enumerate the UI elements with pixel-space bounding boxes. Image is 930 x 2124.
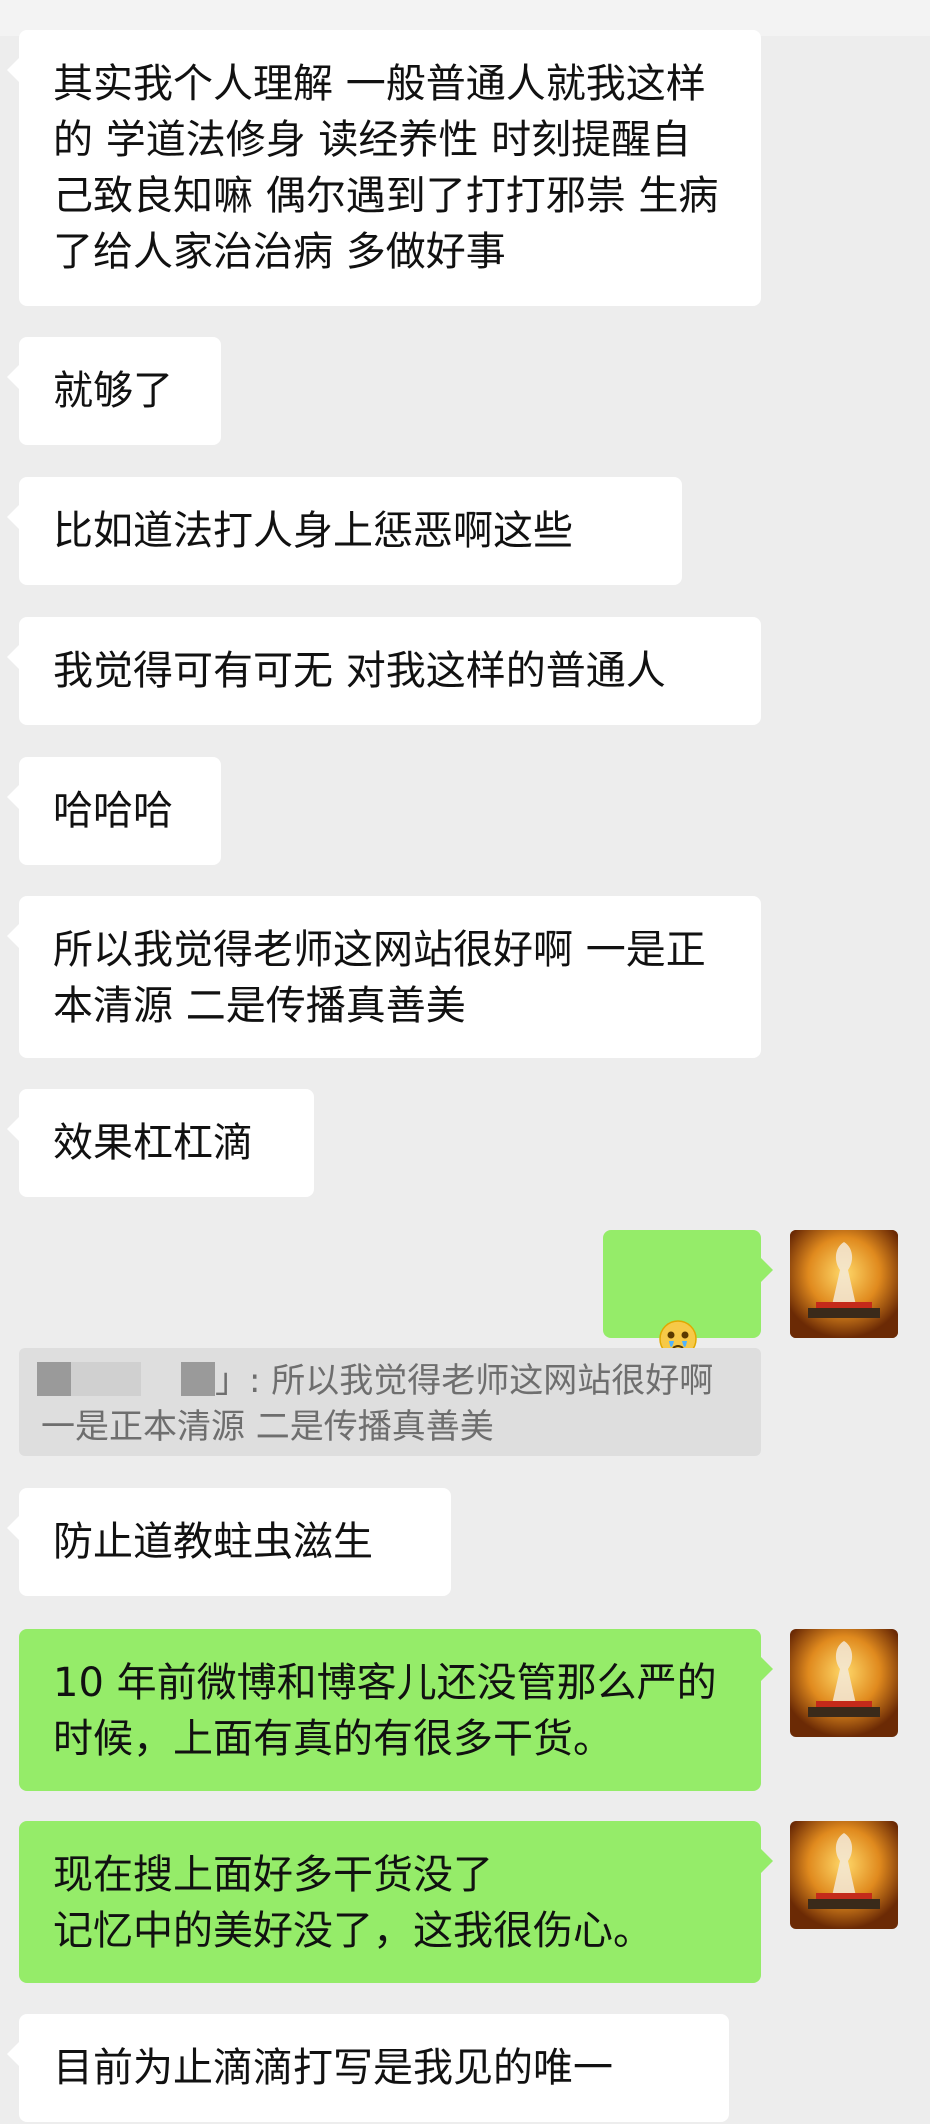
avatar-image-icon — [790, 1629, 898, 1737]
incoming-message-bubble[interactable]: 我觉得可有可无 对我这样的普通人 — [7, 617, 761, 725]
user-avatar[interactable] — [790, 1821, 898, 1929]
redacted-name — [181, 1362, 215, 1396]
outgoing-message-bubble[interactable]: 现在搜上面好多干货没了 记忆中的美好没了，这我很伤心。 — [19, 1821, 773, 1983]
incoming-message-bubble[interactable]: 目前为止滴滴打写是我见的唯一 — [7, 2014, 729, 2122]
incoming-message-bubble[interactable]: 比如道法打人身上惩恶啊这些 — [7, 477, 682, 585]
incoming-message-bubble[interactable]: 其实我个人理解 一般普通人就我这样的 学道法修身 读经养性 时刻提醒自己致良知嘛… — [7, 30, 761, 306]
outgoing-message-bubble[interactable]: 10 年前微博和博客儿还没管那么严的时候，上面有真的有很多干货。 — [19, 1629, 773, 1791]
incoming-message-bubble[interactable]: 效果杠杠滴 — [7, 1089, 314, 1197]
quoted-message[interactable]: 」: 所以我觉得老师这网站很好啊 一是正本清源 二是传播真善美 — [19, 1348, 761, 1456]
incoming-message-bubble[interactable]: 所以我觉得老师这网站很好啊 一是正本清源 二是传播真善美 — [7, 896, 761, 1058]
incoming-message-bubble[interactable]: 防止道教蛀虫滋生 — [7, 1488, 451, 1596]
incoming-message-bubble[interactable]: 就够了 — [7, 337, 221, 445]
quoted-text: 」: 所以我觉得老师这网站很好啊 一是正本清源 二是传播真善美 — [41, 1361, 714, 1447]
avatar-image-icon — [790, 1821, 898, 1929]
avatar-image-icon — [790, 1230, 898, 1338]
user-avatar[interactable] — [790, 1629, 898, 1737]
outgoing-message-bubble[interactable]: 哎 — [603, 1230, 773, 1419]
redacted-name — [37, 1362, 71, 1396]
incoming-message-bubble[interactable]: 哈哈哈 — [7, 757, 221, 865]
redacted-name — [71, 1362, 141, 1396]
user-avatar[interactable] — [790, 1230, 898, 1338]
